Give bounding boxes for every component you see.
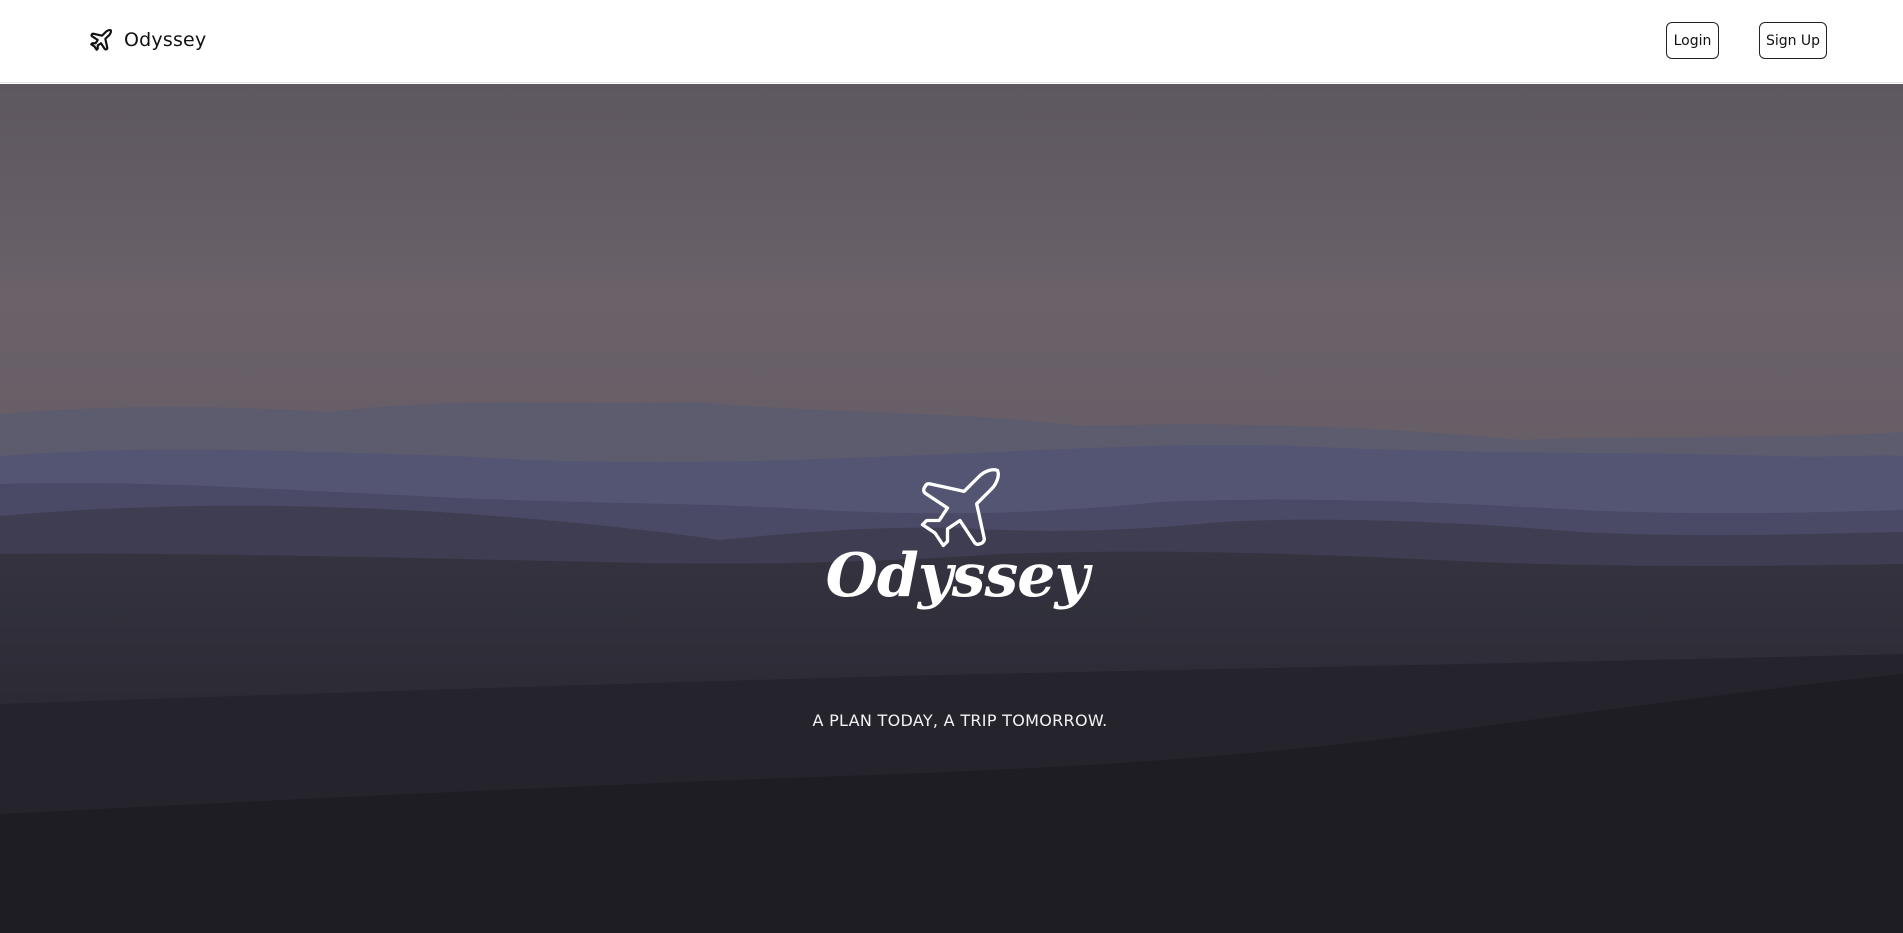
airplane-icon — [90, 28, 113, 51]
login-button[interactable]: Login — [1666, 22, 1719, 59]
brand-name: Odyssey — [124, 29, 207, 51]
hero-tagline: A PLAN TODAY, A TRIP TOMORROW. — [812, 711, 1108, 730]
hero-title: Odyssey — [825, 541, 1090, 611]
brand-link[interactable]: Odyssey — [88, 27, 206, 53]
hero-section: Odyssey A PLAN TODAY, A TRIP TOMORROW. — [0, 84, 1903, 933]
top-navbar: Odyssey Login Sign Up — [0, 0, 1903, 83]
signup-button[interactable]: Sign Up — [1759, 22, 1827, 59]
